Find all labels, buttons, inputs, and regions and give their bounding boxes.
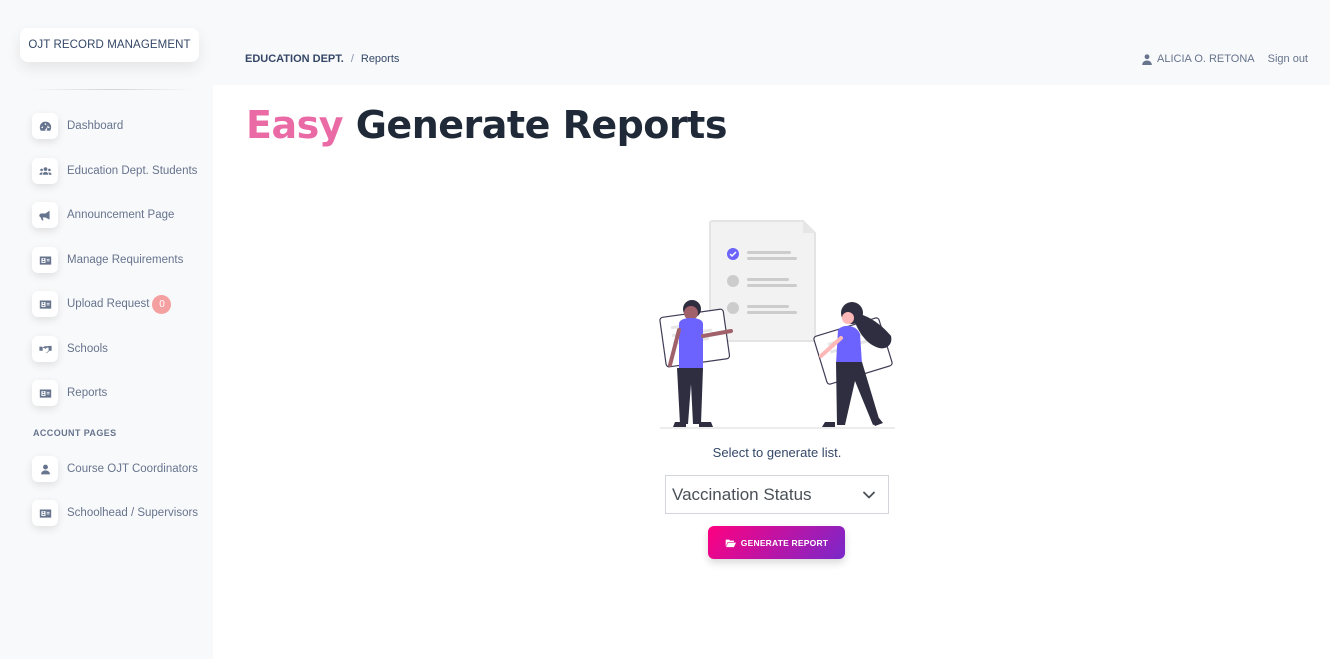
top-navbar: EDUCATION DEPT. / Reports ALICIA O. RETO…	[213, 0, 1330, 85]
page-title-rest: Generate Reports	[355, 103, 728, 147]
megaphone-icon	[32, 202, 58, 228]
sidebar-item-course-coordinators[interactable]: Course OJT Coordinators	[32, 456, 198, 482]
handshake-icon	[32, 336, 58, 362]
brand-logo[interactable]: OJT RECORD MANAGEMENT	[20, 28, 199, 62]
page-title: Easy Generate Reports	[246, 103, 727, 147]
page-title-accent: Easy	[246, 103, 344, 147]
id-card-icon	[32, 380, 58, 406]
id-card-icon	[32, 291, 58, 317]
dashboard-gauge-icon	[32, 113, 58, 139]
sign-out-link[interactable]: Sign out	[1268, 53, 1308, 65]
select-label: Select to generate list.	[712, 445, 842, 460]
sidebar-item-label: Reports	[67, 387, 108, 399]
upload-request-count-badge: 0	[152, 294, 172, 314]
sidebar-item-label: Manage Requirements	[67, 254, 184, 266]
breadcrumb: EDUCATION DEPT. / Reports	[245, 53, 399, 65]
sidebar-item-schools[interactable]: Schools	[32, 336, 108, 362]
sidebar-item-students[interactable]: Education Dept. Students	[32, 158, 197, 184]
breadcrumb-root-link[interactable]: EDUCATION DEPT.	[245, 53, 344, 65]
sidebar-item-label: Dashboard	[67, 120, 124, 132]
sidebar: OJT RECORD MANAGEMENT Dashboard Educatio…	[0, 0, 213, 659]
sidebar-item-dashboard[interactable]: Dashboard	[32, 113, 123, 139]
selected-option: Vaccination Status	[672, 484, 812, 504]
user-name[interactable]: ALICIA O. RETONA	[1157, 53, 1255, 65]
generate-report-label: GENERATE REPORT	[740, 537, 829, 548]
users-icon	[32, 158, 58, 184]
report-illustration	[659, 220, 895, 429]
sidebar-item-requirements[interactable]: Manage Requirements	[32, 247, 183, 273]
user-area: ALICIA O. RETONA Sign out	[1142, 53, 1308, 65]
sidebar-divider	[32, 89, 192, 90]
sidebar-item-label: Schoolhead / Supervisors	[67, 507, 199, 519]
breadcrumb-current: Reports	[360, 53, 400, 65]
sidebar-item-announcement[interactable]: Announcement Page	[32, 202, 174, 228]
account-pages-heading: ACCOUNT PAGES	[33, 428, 117, 438]
id-card-icon	[32, 500, 58, 526]
sidebar-item-upload-request[interactable]: Upload Request 0	[32, 291, 172, 317]
sidebar-item-label: Course OJT Coordinators	[67, 463, 198, 475]
chevron-down-icon	[863, 491, 875, 499]
sidebar-item-schoolhead-supervisors[interactable]: Schoolhead / Supervisors	[32, 500, 198, 526]
sidebar-item-label: Announcement Page	[67, 209, 175, 221]
user-icon	[1142, 53, 1152, 65]
sidebar-item-reports[interactable]: Reports	[32, 380, 107, 406]
sidebar-item-label: Education Dept. Students	[67, 165, 198, 177]
generate-report-button[interactable]: GENERATE REPORT	[708, 526, 845, 559]
report-type-select[interactable]: Vaccination Status	[665, 475, 889, 514]
user-icon	[32, 456, 58, 482]
sidebar-item-label: Upload Request	[67, 298, 150, 310]
breadcrumb-separator: /	[350, 53, 354, 65]
sidebar-item-label: Schools	[67, 343, 108, 355]
id-card-icon	[32, 247, 58, 273]
folder-open-icon	[725, 539, 736, 547]
